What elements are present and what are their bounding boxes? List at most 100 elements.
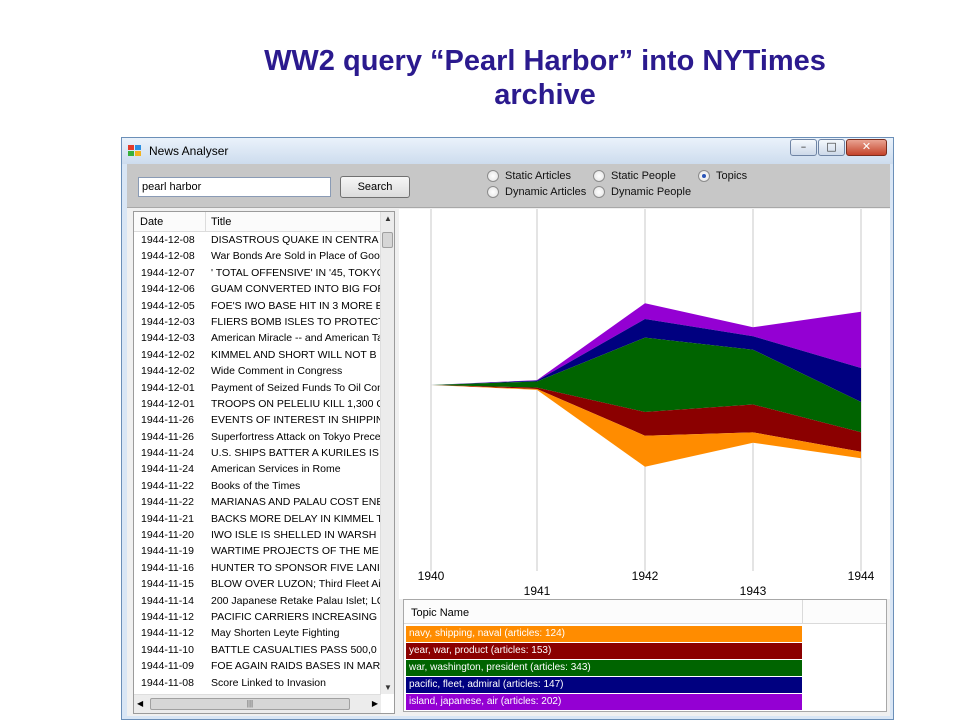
table-row[interactable]: 1944-11-26 EVENTS OF INTEREST IN SHIPPIN bbox=[134, 412, 381, 428]
table-row[interactable]: 1944-12-06 GUAM CONVERTED INTO BIG FOR bbox=[134, 281, 381, 297]
table-row[interactable]: 1944-11-08 Score Linked to Invasion bbox=[134, 675, 381, 691]
window-titlebar[interactable]: News Analyser – □ ✕ bbox=[122, 138, 893, 164]
scroll-thumb-horizontal[interactable]: ||| bbox=[150, 698, 350, 710]
legend-header: Topic Name bbox=[404, 600, 886, 624]
streamgraph-svg: 1940 1941 1942 1943 1944 bbox=[418, 209, 875, 598]
row-title: Books of the Times bbox=[211, 479, 301, 492]
x-tick-label: 1944 bbox=[848, 569, 875, 583]
radio-dynamic-articles[interactable]: Dynamic Articles bbox=[487, 185, 586, 199]
row-title: WARTIME PROJECTS OF THE ME bbox=[211, 545, 379, 558]
legend-item[interactable]: island, japanese, air (articles: 202) bbox=[406, 694, 802, 710]
table-row[interactable]: 1944-11-24 U.S. SHIPS BATTER A KURILES IS bbox=[134, 445, 381, 461]
scroll-down-icon[interactable]: ▼ bbox=[384, 683, 392, 692]
row-title: 200 Japanese Retake Palau Islet; LC bbox=[211, 594, 381, 607]
table-row[interactable]: 1944-12-03 FLIERS BOMB ISLES TO PROTECT bbox=[134, 314, 381, 330]
radio-topics[interactable]: Topics bbox=[698, 169, 747, 183]
articles-rows: 1944-12-08 DISASTROUS QUAKE IN CENTRA 1944… bbox=[134, 232, 381, 694]
topic-legend: Topic Name navy, shipping, naval (articl… bbox=[403, 599, 887, 712]
table-row[interactable]: 1944-11-09 FOE AGAIN RAIDS BASES IN MAR bbox=[134, 658, 381, 674]
scroll-left-icon[interactable]: ◀ bbox=[137, 699, 143, 708]
articles-list[interactable]: Date Title 1944-12-08 DISASTROUS QUAKE IN… bbox=[133, 211, 395, 714]
legend-item[interactable]: pacific, fleet, admiral (articles: 147) bbox=[406, 677, 802, 693]
table-row[interactable]: 1944-11-14 200 Japanese Retake Palau Isle… bbox=[134, 593, 381, 609]
row-date: 1944-11-10 bbox=[141, 643, 194, 656]
row-date: 1944-12-06 bbox=[141, 283, 195, 296]
table-row[interactable]: 1944-12-08 DISASTROUS QUAKE IN CENTRA bbox=[134, 232, 381, 248]
table-row[interactable]: 1944-12-05 FOE'S IWO BASE HIT IN 3 MORE E bbox=[134, 298, 381, 314]
table-row[interactable]: 1944-11-19 WARTIME PROJECTS OF THE ME bbox=[134, 543, 381, 559]
row-date: 1944-11-14 bbox=[141, 594, 194, 607]
row-title: ' TOTAL OFFENSIVE' IN '45, TOKYO bbox=[211, 266, 381, 279]
table-row[interactable]: 1944-11-12 May Shorten Leyte Fighting bbox=[134, 625, 381, 641]
scroll-up-icon[interactable]: ▲ bbox=[384, 214, 392, 223]
search-button[interactable]: Search bbox=[340, 176, 410, 198]
row-title: DISASTROUS QUAKE IN CENTRA bbox=[211, 234, 379, 246]
table-row[interactable]: 1944-11-20 IWO ISLE IS SHELLED IN WARSH bbox=[134, 527, 381, 543]
radio-circle bbox=[593, 186, 605, 198]
table-row[interactable]: 1944-12-02 Wide Comment in Congress bbox=[134, 363, 381, 379]
row-date: 1944-11-22 bbox=[141, 496, 194, 509]
row-date: 1944-11-09 bbox=[141, 660, 194, 673]
topic-streamgraph: 1940 1941 1942 1943 1944 bbox=[399, 209, 890, 599]
row-date: 1944-12-07 bbox=[141, 266, 195, 279]
table-row[interactable]: 1944-12-08 War Bonds Are Sold in Place of… bbox=[134, 248, 381, 264]
legend-item[interactable]: navy, shipping, naval (articles: 124) bbox=[406, 626, 802, 642]
slide-title-line-1: WW2 query “Pearl Harbor” into NYTimes bbox=[264, 45, 826, 77]
row-date: 1944-11-20 bbox=[141, 529, 194, 542]
table-row[interactable]: 1944-11-21 BACKS MORE DELAY IN KIMMEL T bbox=[134, 511, 381, 527]
table-row[interactable]: 1944-11-22 Books of the Times bbox=[134, 478, 381, 494]
column-separator[interactable] bbox=[205, 212, 206, 232]
table-row[interactable]: 1944-11-10 BATTLE CASUALTIES PASS 500,0 bbox=[134, 642, 381, 658]
row-date: 1944-12-03 bbox=[141, 315, 195, 328]
table-row[interactable]: 1944-12-02 KIMMEL AND SHORT WILL NOT B bbox=[134, 347, 381, 363]
row-date: 1944-12-01 bbox=[141, 397, 195, 410]
vertical-scrollbar[interactable]: ▲ ▼ bbox=[380, 212, 394, 694]
close-button[interactable]: ✕ bbox=[846, 139, 887, 156]
radio-static-people[interactable]: Static People bbox=[593, 169, 676, 183]
table-row[interactable]: 1944-11-15 BLOW OVER LUZON; Third Fleet A… bbox=[134, 576, 381, 592]
window-title: News Analyser bbox=[149, 144, 229, 158]
radio-circle bbox=[487, 170, 499, 182]
radio-label: Topics bbox=[716, 170, 748, 182]
scroll-thumb[interactable] bbox=[382, 232, 393, 248]
table-row[interactable]: 1944-12-03 American Miracle -- and Americ… bbox=[134, 330, 381, 346]
row-title: American Miracle -- and American Ta bbox=[211, 332, 381, 345]
table-row[interactable]: 1944-11-16 HUNTER TO SPONSOR FIVE LANI bbox=[134, 560, 381, 576]
row-date: 1944-11-12 bbox=[141, 627, 194, 640]
radio-label: Dynamic Articles bbox=[505, 186, 587, 198]
slide-title-line-2: archive bbox=[494, 79, 596, 111]
legend-item[interactable]: year, war, product (articles: 153) bbox=[406, 643, 802, 659]
row-date: 1944-12-03 bbox=[141, 332, 195, 345]
radio-static-articles[interactable]: Static Articles bbox=[487, 169, 571, 183]
x-tick-label: 1941 bbox=[524, 584, 551, 598]
x-tick-label: 1943 bbox=[740, 584, 767, 598]
table-row[interactable]: 1944-11-24 American Services in Rome bbox=[134, 461, 381, 477]
minimize-button[interactable]: – bbox=[790, 139, 817, 156]
radio-dynamic-people[interactable]: Dynamic People bbox=[593, 185, 691, 199]
maximize-button[interactable]: □ bbox=[818, 139, 845, 156]
column-header-title[interactable]: Title bbox=[211, 216, 231, 228]
window-controls: – □ ✕ bbox=[789, 139, 887, 156]
row-title: War Bonds Are Sold in Place of Goo bbox=[211, 250, 380, 263]
table-row[interactable]: 1944-11-12 PACIFIC CARRIERS INCREASING I bbox=[134, 609, 381, 625]
table-row[interactable]: 1944-11-26 Superfortress Attack on Tokyo … bbox=[134, 429, 381, 445]
table-row[interactable]: 1944-12-01 Payment of Seized Funds To Oil… bbox=[134, 380, 381, 396]
row-date: 1944-11-16 bbox=[141, 561, 194, 574]
row-title: MARIANAS AND PALAU COST ENE bbox=[211, 496, 381, 509]
scroll-right-icon[interactable]: ▶ bbox=[372, 699, 378, 708]
articles-list-header: Date Title bbox=[134, 212, 381, 232]
window-client-area: Search Static Articles Dynamic Articles … bbox=[127, 164, 890, 716]
legend-item[interactable]: war, washington, president (articles: 34… bbox=[406, 660, 802, 676]
row-title: BATTLE CASUALTIES PASS 500,0 bbox=[211, 643, 377, 656]
row-title: TROOPS ON PELELIU KILL 1,300 C bbox=[211, 397, 381, 410]
row-date: 1944-11-26 bbox=[141, 430, 194, 443]
column-header-date[interactable]: Date bbox=[140, 216, 163, 228]
horizontal-scrollbar[interactable]: ◀ ||| ▶ bbox=[134, 694, 381, 713]
row-title: EVENTS OF INTEREST IN SHIPPIN bbox=[211, 414, 381, 427]
row-title: Payment of Seized Funds To Oil Con bbox=[211, 381, 381, 394]
search-toolbar: Search Static Articles Dynamic Articles … bbox=[127, 164, 890, 208]
table-row[interactable]: 1944-12-07 ' TOTAL OFFENSIVE' IN '45, TOK… bbox=[134, 265, 381, 281]
search-input[interactable] bbox=[138, 177, 331, 197]
table-row[interactable]: 1944-12-01 TROOPS ON PELELIU KILL 1,300 C bbox=[134, 396, 381, 412]
table-row[interactable]: 1944-11-22 MARIANAS AND PALAU COST ENE bbox=[134, 494, 381, 510]
